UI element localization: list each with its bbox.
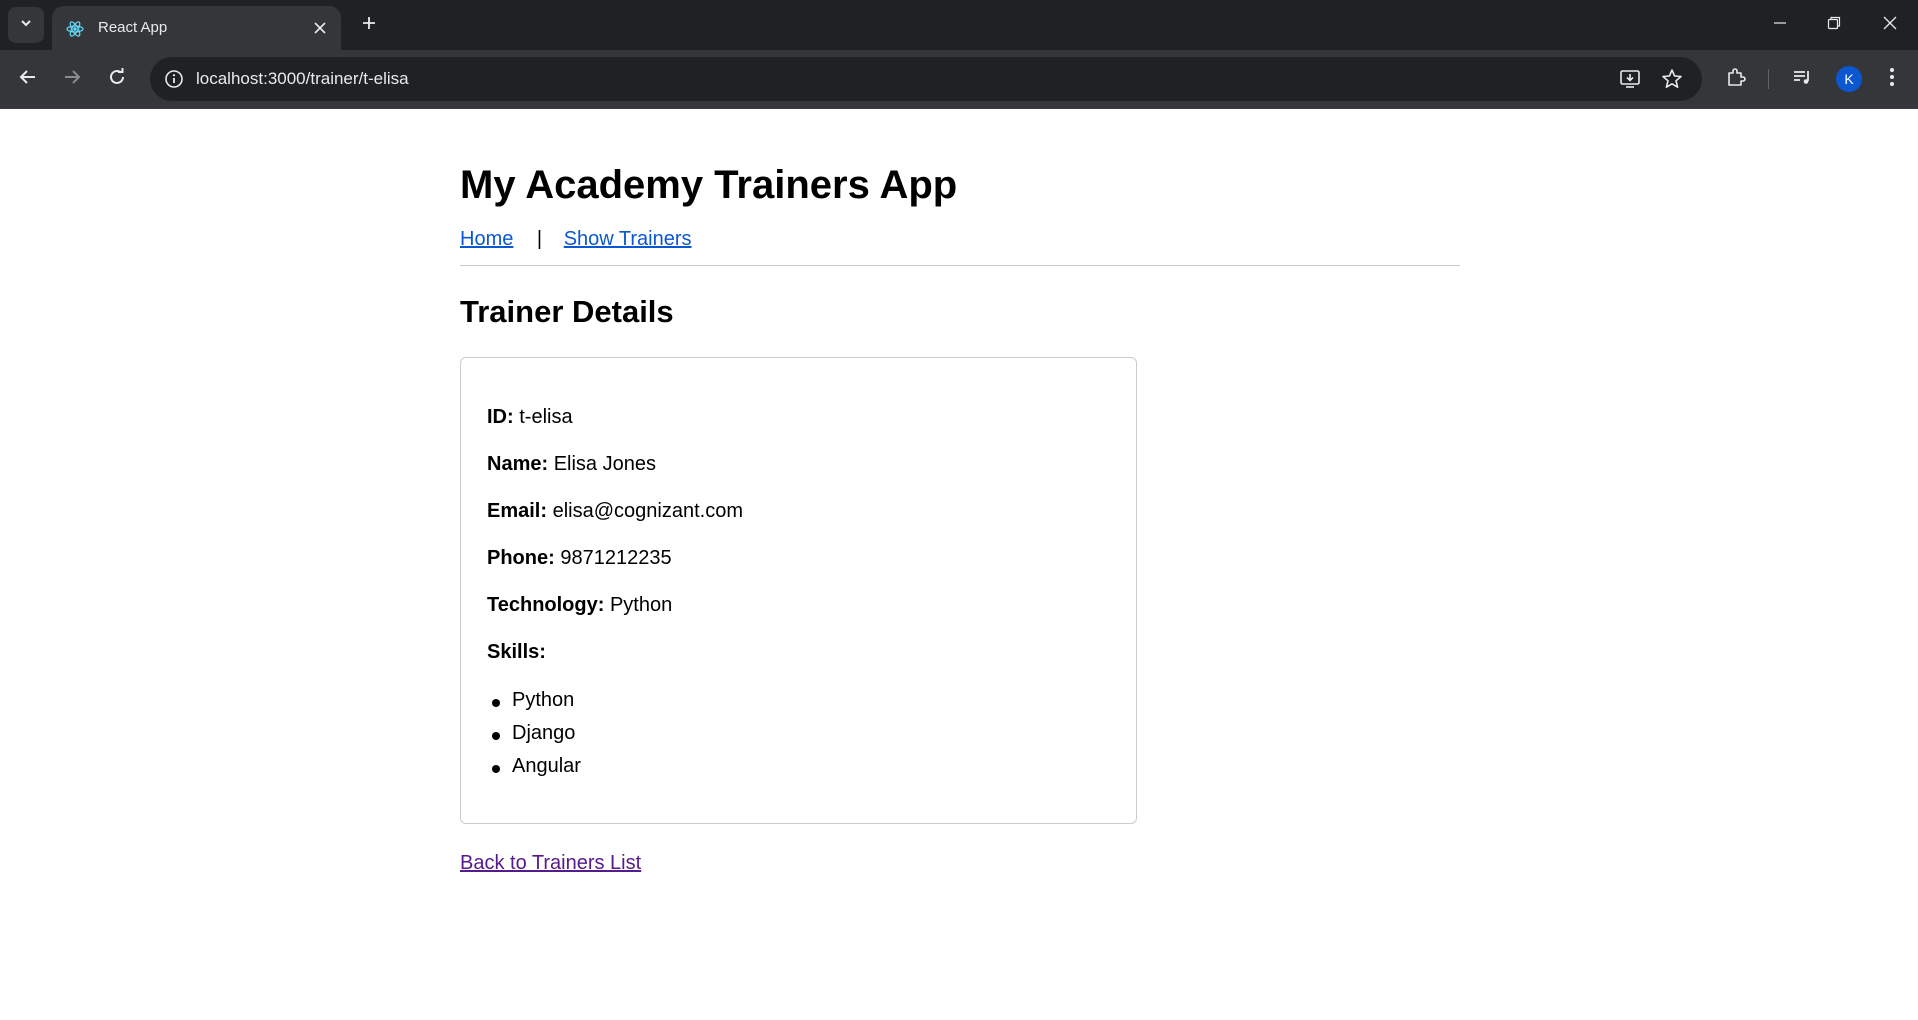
skills-list: Python Django Angular	[487, 689, 581, 788]
detail-name: Name: Elisa Jones	[487, 453, 656, 476]
profile-avatar[interactable]: K	[1836, 66, 1862, 92]
tab-title: React App	[98, 19, 168, 36]
bullet-icon	[492, 732, 500, 740]
main-nav: Home | Show Trainers	[460, 228, 692, 251]
list-item: Angular	[487, 755, 581, 788]
page-top-border	[0, 108, 1918, 109]
back-to-trainers-link[interactable]: Back to Trainers List	[460, 852, 641, 875]
restore-icon	[1827, 16, 1841, 35]
skill-label: Django	[512, 722, 576, 744]
kebab-menu-icon	[1889, 67, 1895, 92]
detail-technology: Technology: Python	[487, 594, 672, 617]
nav-link-home[interactable]: Home	[460, 228, 513, 250]
toolbar-divider	[1768, 69, 1769, 89]
section-title: Trainer Details	[460, 294, 674, 329]
trainer-details-card: ID: t-elisa Name: Elisa Jones Email: eli…	[460, 357, 1137, 824]
nav-separator: |	[536, 228, 543, 250]
restore-button[interactable]	[1806, 0, 1862, 50]
react-logo-icon	[66, 20, 84, 38]
list-item: Python	[487, 689, 581, 722]
detail-value: Python	[609, 594, 673, 616]
arrow-right-icon	[63, 68, 81, 91]
detail-label: Technology:	[487, 594, 605, 616]
minimize-button[interactable]	[1752, 0, 1808, 50]
list-item: Django	[487, 722, 581, 755]
browser-titlebar: React App	[0, 0, 1918, 50]
minimize-icon	[1773, 16, 1787, 35]
browser-menu-button[interactable]	[1876, 63, 1908, 95]
back-button[interactable]	[12, 63, 44, 95]
detail-label: Skills:	[487, 641, 546, 663]
detail-label: Phone:	[487, 547, 555, 569]
close-window-button[interactable]	[1862, 0, 1918, 50]
detail-value: Elisa Jones	[553, 453, 656, 475]
detail-value: elisa@cognizant.com	[552, 500, 743, 522]
plus-icon	[361, 15, 377, 36]
detail-email: Email: elisa@cognizant.com	[487, 500, 743, 523]
browser-tab-active[interactable]: React App	[52, 6, 341, 50]
install-icon[interactable]	[1616, 65, 1644, 93]
nav-divider	[460, 265, 1460, 266]
detail-id: ID: t-elisa	[487, 406, 573, 429]
media-queue-icon	[1791, 66, 1813, 93]
bullet-icon	[492, 699, 500, 707]
nav-link-show-trainers[interactable]: Show Trainers	[564, 228, 692, 250]
detail-value: 9871212235	[560, 547, 672, 569]
address-bar[interactable]: localhost:3000/trainer/t-elisa	[150, 57, 1702, 101]
detail-value: t-elisa	[519, 406, 573, 428]
app-title: My Academy Trainers App	[460, 163, 958, 207]
extensions-button[interactable]	[1720, 63, 1752, 95]
tab-search-button[interactable]	[8, 7, 44, 43]
reload-icon	[108, 67, 126, 91]
bullet-icon	[492, 765, 500, 773]
chevron-down-icon	[19, 16, 33, 35]
detail-phone: Phone: 9871212235	[487, 547, 672, 570]
skill-label: Angular	[512, 755, 581, 777]
detail-label: Email:	[487, 500, 548, 522]
detail-label: ID:	[487, 406, 514, 428]
forward-button[interactable]	[56, 63, 88, 95]
reload-button[interactable]	[101, 63, 133, 95]
browser-toolbar: localhost:3000/trainer/t-elisa K	[0, 50, 1918, 108]
detail-label: Name:	[487, 453, 549, 475]
media-button[interactable]	[1786, 63, 1818, 95]
star-icon[interactable]	[1658, 65, 1686, 93]
skill-label: Python	[512, 689, 575, 711]
close-icon[interactable]	[309, 17, 331, 39]
info-icon[interactable]	[162, 67, 186, 91]
new-tab-button[interactable]	[353, 9, 385, 41]
url-text[interactable]: localhost:3000/trainer/t-elisa	[196, 69, 409, 89]
detail-skills: Skills:	[487, 641, 546, 664]
puzzle-icon	[1725, 66, 1747, 93]
close-icon	[1883, 16, 1897, 35]
arrow-left-icon	[19, 68, 37, 91]
